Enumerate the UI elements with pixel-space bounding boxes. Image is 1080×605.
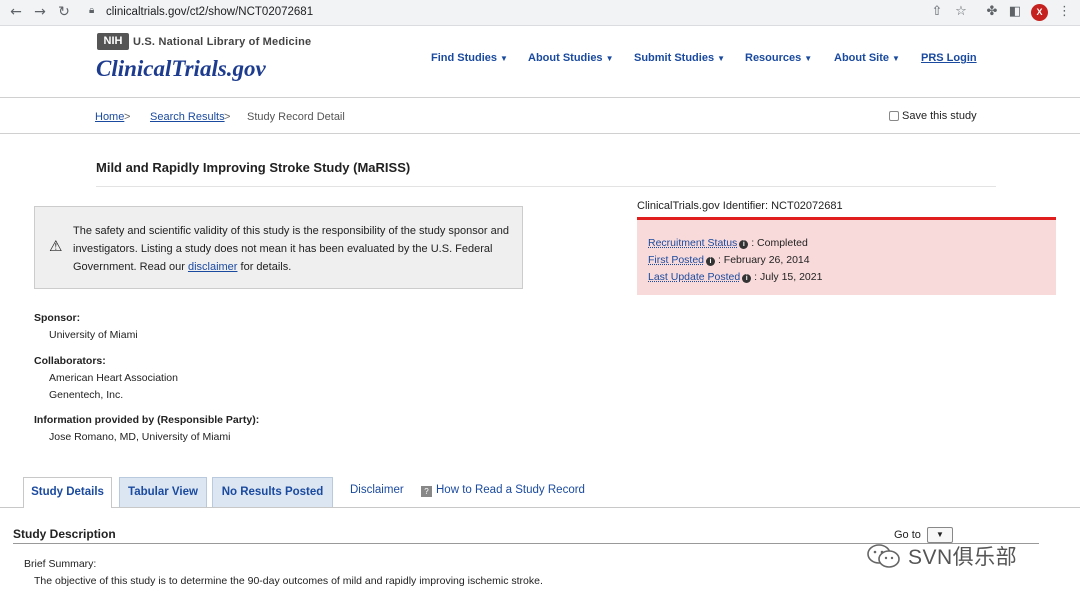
recruitment-status-value: : Completed bbox=[751, 237, 808, 249]
tab-no-results-posted[interactable]: No Results Posted bbox=[212, 477, 333, 507]
responsible-party-value: Jose Romano, MD, University of Miami bbox=[49, 431, 231, 443]
nav-prs-login[interactable]: PRS Login bbox=[921, 52, 977, 64]
extensions-puzzle-icon[interactable]: ✤ bbox=[984, 4, 1000, 20]
collaborator-item: American Heart Association bbox=[49, 372, 178, 384]
collaborator-item: Genentech, Inc. bbox=[49, 389, 124, 401]
brief-summary-label: Brief Summary: bbox=[24, 558, 97, 570]
tab-tabular-view[interactable]: Tabular View bbox=[119, 477, 207, 507]
tab-how-to-read[interactable]: ? How to Read a Study Record bbox=[421, 484, 585, 497]
breadcrumb-search-results[interactable]: Search Results bbox=[150, 111, 225, 123]
watermark: SVN俱乐部 bbox=[866, 541, 1017, 571]
side-panel-icon[interactable]: ◧ bbox=[1007, 4, 1023, 20]
nlm-text[interactable]: U.S. National Library of Medicine bbox=[133, 36, 311, 48]
first-posted-value: : February 26, 2014 bbox=[717, 254, 810, 266]
breadcrumb: Home > Search Results > Study Record Det… bbox=[0, 98, 1080, 134]
status-panel: Recruitment Status i : Completed First Po… bbox=[637, 217, 1056, 295]
responsible-party-heading: Information provided by (Responsible Par… bbox=[34, 414, 260, 426]
help-icon: ? bbox=[421, 486, 432, 497]
first-posted-link[interactable]: First Posted bbox=[648, 254, 704, 266]
sponsor-heading: Sponsor: bbox=[34, 312, 81, 324]
disclaimer-notice: ⚠ The safety and scientific validity of … bbox=[34, 206, 523, 289]
save-study-checkbox[interactable]: Save this study bbox=[889, 110, 977, 122]
nav-about-site[interactable]: About Site ▼ bbox=[834, 52, 900, 64]
save-study-label: Save this study bbox=[902, 110, 977, 122]
nih-logo[interactable]: NIH bbox=[97, 33, 129, 50]
tab-study-details[interactable]: Study Details bbox=[23, 477, 112, 508]
caret-down-icon: ▼ bbox=[500, 54, 508, 63]
wechat-icon bbox=[867, 544, 900, 568]
checkbox-icon[interactable] bbox=[889, 111, 899, 121]
browser-toolbar: ← → ↻ 🔒︎ clinicaltrials.gov/ct2/show/NCT… bbox=[0, 0, 1080, 26]
clinicaltrials-logo[interactable]: ClinicalTrials.gov bbox=[96, 56, 266, 82]
share-icon[interactable]: ⇧ bbox=[929, 4, 945, 20]
caret-down-icon: ▼ bbox=[605, 54, 614, 63]
caret-down-icon: ▼ bbox=[717, 54, 725, 63]
divider bbox=[96, 186, 996, 187]
first-posted: First Posted i : February 26, 2014 bbox=[648, 254, 810, 266]
nav-find-studies[interactable]: Find Studies ▼ bbox=[431, 52, 508, 64]
recruitment-status: Recruitment Status i : Completed bbox=[648, 237, 808, 249]
lock-icon[interactable]: 🔒︎ bbox=[89, 5, 99, 17]
goto-label: Go to bbox=[894, 529, 921, 541]
watermark-text: SVN俱乐部 bbox=[908, 546, 1018, 569]
brief-summary-text: The objective of this study is to determ… bbox=[34, 575, 543, 587]
section-title: Study Description bbox=[13, 527, 116, 541]
last-update-value: : July 15, 2021 bbox=[754, 271, 823, 283]
nav-about-studies[interactable]: About Studies ▼ bbox=[528, 52, 613, 64]
breadcrumb-separator: > bbox=[124, 111, 131, 123]
bookmark-star-icon[interactable]: ☆ bbox=[953, 4, 969, 20]
nav-resources[interactable]: Resources ▼ bbox=[745, 52, 812, 64]
breadcrumb-current: Study Record Detail bbox=[247, 111, 345, 123]
recruitment-status-link[interactable]: Recruitment Status bbox=[648, 237, 737, 249]
reload-icon[interactable]: ↻ bbox=[56, 4, 72, 20]
last-update-link[interactable]: Last Update Posted bbox=[648, 271, 740, 283]
study-identifier: ClinicalTrials.gov Identifier: NCT020726… bbox=[637, 200, 843, 212]
profile-avatar[interactable]: X bbox=[1031, 4, 1048, 21]
tab-disclaimer[interactable]: Disclaimer bbox=[350, 484, 404, 496]
caret-down-icon: ▼ bbox=[892, 54, 900, 63]
url-text[interactable]: clinicaltrials.gov/ct2/show/NCT02072681 bbox=[106, 6, 313, 18]
caret-down-icon: ▼ bbox=[804, 54, 813, 63]
disclaimer-text: The safety and scientific validity of th… bbox=[73, 225, 509, 273]
page-title: Mild and Rapidly Improving Stroke Study … bbox=[96, 160, 411, 175]
back-arrow-icon[interactable]: ← bbox=[8, 4, 24, 20]
info-icon[interactable]: i bbox=[742, 274, 752, 283]
warning-icon: ⚠ bbox=[49, 237, 63, 255]
disclaimer-link[interactable]: disclaimer bbox=[188, 261, 238, 273]
breadcrumb-separator: > bbox=[224, 111, 231, 123]
forward-arrow-icon[interactable]: → bbox=[32, 4, 48, 20]
tab-divider bbox=[0, 507, 1080, 508]
info-icon[interactable]: i bbox=[739, 240, 749, 249]
collaborators-heading: Collaborators: bbox=[34, 355, 106, 367]
breadcrumb-home[interactable]: Home bbox=[95, 111, 124, 123]
nav-submit-studies[interactable]: Submit Studies ▼ bbox=[634, 52, 725, 64]
info-icon[interactable]: i bbox=[706, 257, 716, 266]
sponsor-value: University of Miami bbox=[49, 329, 138, 341]
browser-menu-icon[interactable]: ⋮ bbox=[1058, 4, 1071, 19]
site-header: NIH U.S. National Library of Medicine Cl… bbox=[0, 27, 1080, 98]
last-update-posted: Last Update Posted i : July 15, 2021 bbox=[648, 271, 822, 283]
